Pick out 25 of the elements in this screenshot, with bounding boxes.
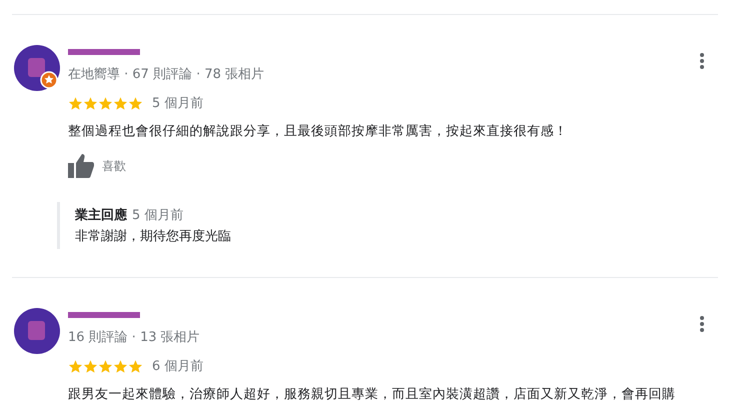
thumbs-up-icon [68, 154, 94, 178]
star-icon [128, 358, 143, 374]
star-icon [113, 96, 128, 110]
star-icon [98, 96, 113, 110]
like-button[interactable]: 喜歡 [68, 154, 126, 178]
redaction-bar [68, 48, 140, 56]
avatar[interactable] [14, 308, 60, 354]
reply-time: 5 個月前 [132, 207, 184, 224]
star-icon [68, 96, 83, 110]
review-text: 跟男友一起來體驗，治療師人超好，服務親切且專業，而且室內裝潢超讚，店面又新又乾淨，會再回購 [68, 386, 676, 404]
star-icon [98, 358, 113, 374]
redaction-bar [68, 311, 140, 319]
star-badge-icon [40, 71, 58, 89]
reviewer-stats: 16 則評論 · 13 張相片 [68, 329, 200, 347]
star-icon [113, 358, 128, 374]
star-icon [128, 96, 143, 110]
review-time: 6 個月前 [152, 358, 204, 375]
reply-label: 業主回應 [75, 206, 127, 224]
reply-text: 非常謝謝，期待您再度光臨 [75, 228, 232, 245]
star-icon [83, 358, 98, 374]
review-text: 整個過程也會很仔細的解說跟分享，且最後頭部按摩非常厲害，按起來直接很有感！ [68, 123, 568, 141]
reviewer-stats: 在地嚮導 · 67 則評論 · 78 張相片 [68, 66, 264, 84]
star-icon [83, 96, 98, 110]
review-time: 5 個月前 [152, 95, 204, 112]
star-icon [68, 358, 83, 374]
